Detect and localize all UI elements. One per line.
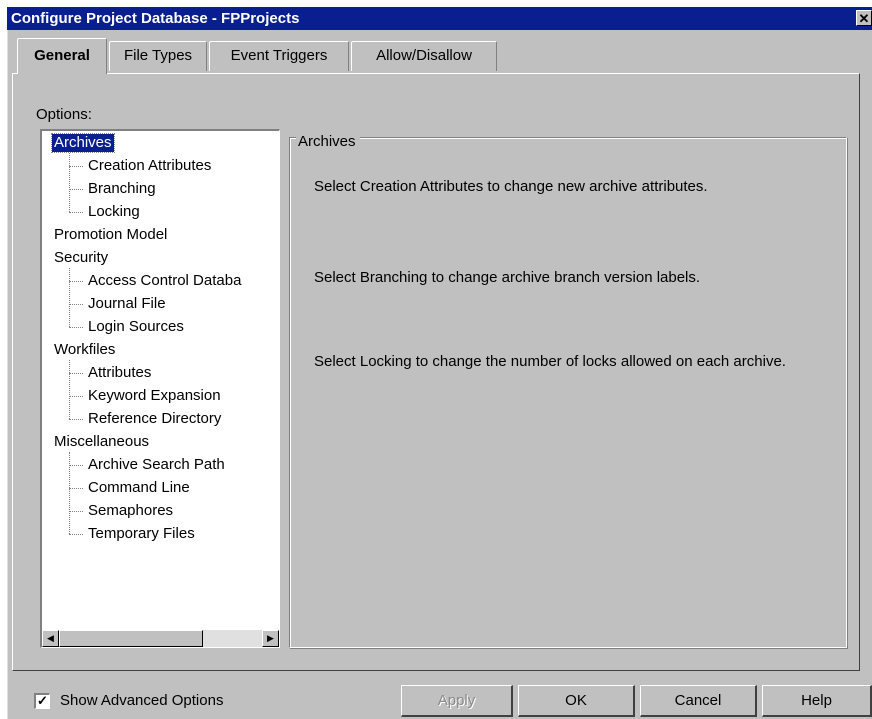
tab-label: Event Triggers (230, 47, 328, 64)
tree-item[interactable]: Login Sources (88, 318, 184, 336)
ok-button[interactable]: OK (518, 685, 635, 717)
tab-label: File Types (123, 47, 193, 64)
tree-item[interactable]: Access Control Databa (88, 272, 241, 290)
tree-item[interactable]: Miscellaneous (54, 433, 149, 451)
tree-item[interactable]: Locking (88, 203, 140, 221)
tree-item[interactable]: Command Line (88, 479, 190, 497)
tab-label: General (34, 47, 90, 64)
tree-connector (69, 396, 83, 397)
tree-item[interactable]: Archive Search Path (88, 456, 225, 474)
tree-item[interactable]: Branching (88, 180, 156, 198)
description-branching: Select Branching to change archive branc… (314, 269, 701, 286)
show-advanced-label[interactable]: Show Advanced Options (60, 690, 223, 712)
description-locking: Select Locking to change the number of l… (314, 353, 786, 370)
tree-connector (69, 373, 83, 374)
tree-connector (69, 166, 83, 167)
tree-item[interactable]: Workfiles (54, 341, 115, 359)
apply-button[interactable]: Apply (401, 685, 513, 717)
scroll-left-icon[interactable]: ◀ (42, 630, 59, 647)
tree-item[interactable]: Archives (51, 133, 115, 153)
tree-connector (69, 511, 83, 512)
show-advanced-checkbox[interactable]: ✓ (34, 693, 50, 709)
tab-general[interactable]: General (17, 38, 107, 74)
scroll-right-icon[interactable]: ▶ (262, 630, 279, 647)
horizontal-scrollbar[interactable]: ◀ ▶ (42, 630, 279, 647)
tree-connector (69, 360, 70, 419)
tree-item[interactable]: Temporary Files (88, 525, 195, 543)
tree-connector (69, 212, 83, 213)
tree-connector (69, 488, 83, 489)
window-title: Configure Project Database - FPProjects (11, 10, 300, 27)
tree-connector (69, 153, 70, 212)
cancel-button[interactable]: Cancel (640, 685, 757, 717)
close-icon[interactable]: ✕ (856, 10, 872, 26)
title-bar[interactable]: Configure Project Database - FPProjects … (7, 7, 872, 30)
tab-event-triggers[interactable]: Event Triggers (209, 41, 349, 71)
tab-file-types[interactable]: File Types (109, 41, 207, 71)
tree-connector (69, 281, 83, 282)
tree-connector (69, 465, 83, 466)
tree-item[interactable]: Semaphores (88, 502, 173, 520)
tree-connector (69, 534, 83, 535)
options-tree[interactable]: Archives Creation Attributes Branching Lock… (40, 129, 280, 648)
tree-item[interactable]: Attributes (88, 364, 151, 382)
tree-connector (69, 419, 83, 420)
scroll-thumb[interactable] (59, 630, 203, 647)
tab-allow-disallow[interactable]: Allow/Disallow (351, 41, 497, 71)
tree-item[interactable]: Keyword Expansion (88, 387, 221, 405)
tree-item[interactable]: Reference Directory (88, 410, 221, 428)
options-label: Options: (36, 106, 92, 123)
help-button[interactable]: Help (762, 685, 872, 717)
tree-connector (69, 304, 83, 305)
tree-item[interactable]: Promotion Model (54, 226, 167, 244)
tree-item[interactable]: Security (54, 249, 108, 267)
tree-connector (69, 452, 70, 534)
tree-connector (69, 268, 70, 327)
archives-groupbox (289, 137, 847, 648)
description-creation: Select Creation Attributes to change new… (314, 178, 708, 195)
tree-connector (69, 327, 83, 328)
tree-item[interactable]: Journal File (88, 295, 166, 313)
tree-item[interactable]: Creation Attributes (88, 157, 211, 175)
tree-connector (69, 189, 83, 190)
groupbox-title: Archives (296, 134, 360, 150)
tab-label: Allow/Disallow (376, 47, 472, 64)
